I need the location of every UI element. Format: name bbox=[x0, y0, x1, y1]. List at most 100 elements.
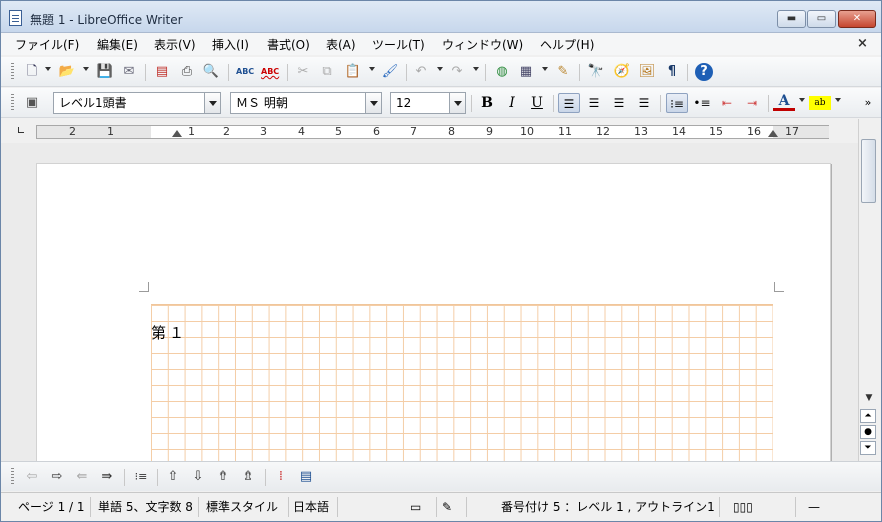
minimize-button[interactable]: ▬ bbox=[777, 10, 806, 28]
bullets-numbering-dialog-icon[interactable]: ▤ bbox=[297, 468, 315, 486]
demote-one-level-icon[interactable]: ⇨ bbox=[48, 468, 66, 486]
page[interactable]: 第１ bbox=[36, 163, 831, 464]
spellcheck-icon[interactable]: ABC bbox=[236, 63, 254, 81]
right-indent-marker[interactable] bbox=[768, 130, 778, 137]
toolbar-grip[interactable] bbox=[11, 63, 14, 81]
save-icon[interactable]: 💾 bbox=[96, 63, 114, 81]
previous-page-icon[interactable]: ⏶ bbox=[860, 409, 876, 423]
highlight-icon[interactable]: ab bbox=[809, 96, 831, 110]
document-canvas[interactable]: 第１ bbox=[1, 143, 858, 464]
menu-format[interactable]: 書式(O) bbox=[267, 36, 310, 53]
font-size-select[interactable]: 12 bbox=[390, 92, 466, 114]
toolbar-grip[interactable] bbox=[11, 468, 14, 486]
align-center-button[interactable]: ☰ bbox=[583, 93, 605, 113]
chevron-down-icon[interactable] bbox=[369, 67, 375, 71]
paste-icon[interactable]: 📋 bbox=[344, 63, 362, 81]
numbering-button[interactable]: ⁝≡ bbox=[666, 93, 688, 113]
print-preview-icon[interactable]: 🔍 bbox=[202, 63, 220, 81]
align-left-button[interactable]: ☰ bbox=[558, 93, 580, 113]
chevron-down-icon[interactable] bbox=[473, 67, 479, 71]
formatting-marks-icon[interactable]: ¶ bbox=[663, 63, 681, 81]
open-icon[interactable]: 📂 bbox=[58, 63, 76, 81]
scrollbar-thumb[interactable] bbox=[861, 139, 876, 203]
move-up-icon[interactable]: ⇧ bbox=[164, 468, 182, 486]
email-icon[interactable]: ✉ bbox=[120, 63, 138, 81]
cut-icon[interactable]: ✂ bbox=[294, 63, 312, 81]
chevron-down-icon[interactable] bbox=[83, 67, 89, 71]
menu-table[interactable]: 表(A) bbox=[326, 36, 356, 53]
styles-formatting-icon[interactable]: ▣ bbox=[23, 94, 41, 112]
bold-button[interactable]: B bbox=[476, 93, 498, 113]
next-page-icon[interactable]: ⏷ bbox=[860, 441, 876, 455]
view-layout-icon[interactable]: ▯▯▯ bbox=[730, 497, 796, 517]
find-icon[interactable]: 🔭 bbox=[587, 63, 605, 81]
table-icon[interactable]: ▦ bbox=[517, 63, 535, 81]
demote-with-subpoints-icon[interactable]: ⇛ bbox=[98, 468, 116, 486]
promote-with-subpoints-icon[interactable]: ⇚ bbox=[73, 468, 91, 486]
menu-insert[interactable]: 挿入(I) bbox=[212, 36, 249, 53]
move-up-with-subpoints-icon[interactable]: ⇮ bbox=[214, 468, 232, 486]
menu-window[interactable]: ウィンドウ(W) bbox=[442, 36, 523, 53]
increase-indent-button[interactable]: ⇥ bbox=[741, 93, 763, 113]
status-page[interactable]: ページ 1 / 1 bbox=[15, 497, 91, 517]
zoom-slider[interactable]: — bbox=[805, 497, 879, 517]
insert-mode-icon[interactable]: ▭ bbox=[407, 497, 437, 517]
menu-file[interactable]: ファイル(F) bbox=[15, 36, 79, 53]
status-word-count[interactable]: 単語 5、文字数 8 bbox=[95, 497, 199, 517]
left-indent-marker[interactable] bbox=[172, 130, 182, 137]
document-text[interactable]: 第１ bbox=[151, 322, 187, 343]
gallery-icon[interactable]: 🖼 bbox=[638, 63, 656, 81]
paragraph-style-select[interactable]: レベル1頭書 bbox=[53, 92, 221, 114]
chevron-down-icon[interactable] bbox=[449, 93, 465, 113]
scroll-down-icon[interactable]: ▼ bbox=[862, 391, 876, 405]
align-right-button[interactable]: ☰ bbox=[608, 93, 630, 113]
bullets-button[interactable]: •≡ bbox=[691, 93, 713, 113]
chevron-down-icon[interactable] bbox=[437, 67, 443, 71]
chevron-down-icon[interactable] bbox=[835, 98, 841, 102]
clone-formatting-icon[interactable]: 🖌 bbox=[381, 63, 399, 81]
status-page-style[interactable]: 標準スタイル bbox=[203, 497, 289, 517]
toolbar-overflow-icon[interactable]: » bbox=[859, 94, 877, 112]
chevron-down-icon[interactable] bbox=[204, 93, 220, 113]
underline-button[interactable]: U bbox=[526, 93, 548, 113]
unnumbered-entry-icon[interactable]: ⁝≡ bbox=[132, 468, 150, 486]
toolbar-grip[interactable] bbox=[11, 94, 14, 112]
autospell-icon[interactable]: ABC bbox=[261, 63, 279, 81]
menu-edit[interactable]: 編集(E) bbox=[97, 36, 138, 53]
chevron-down-icon[interactable] bbox=[799, 98, 805, 102]
draw-icon[interactable]: ✎ bbox=[554, 63, 572, 81]
help-icon[interactable]: ? bbox=[695, 63, 713, 81]
restart-numbering-icon[interactable]: ⁞ bbox=[272, 468, 290, 486]
navigation-icon[interactable]: ● bbox=[860, 425, 876, 439]
menu-tools[interactable]: ツール(T) bbox=[372, 36, 425, 53]
status-numbering[interactable]: 番号付け 5 ：レベル 1 , アウトライン1 bbox=[498, 497, 720, 517]
maximize-button[interactable]: ▭ bbox=[807, 10, 836, 28]
promote-one-level-icon[interactable]: ⇦ bbox=[23, 468, 41, 486]
menu-view[interactable]: 表示(V) bbox=[154, 36, 196, 53]
close-document-button[interactable]: × bbox=[857, 36, 868, 51]
new-document-icon[interactable]: 🗋 bbox=[23, 63, 41, 81]
redo-icon[interactable]: ↷ bbox=[448, 63, 466, 81]
move-down-icon[interactable]: ⇩ bbox=[189, 468, 207, 486]
close-window-button[interactable]: ✕ bbox=[838, 10, 876, 28]
move-down-with-subpoints-icon[interactable]: ⇯ bbox=[239, 468, 257, 486]
tab-type-icon[interactable] bbox=[18, 127, 24, 133]
decrease-indent-button[interactable]: ⇤ bbox=[716, 93, 738, 113]
copy-icon[interactable]: ⧉ bbox=[318, 63, 336, 81]
export-pdf-icon[interactable]: ▤ bbox=[153, 63, 171, 81]
horizontal-ruler[interactable]: 2 1 1 2 3 4 5 6 7 8 9 10 11 12 13 14 15 … bbox=[1, 119, 881, 143]
navigator-icon[interactable]: ◍ bbox=[493, 63, 511, 81]
chevron-down-icon[interactable] bbox=[365, 93, 381, 113]
chevron-down-icon[interactable] bbox=[542, 67, 548, 71]
status-language[interactable]: 日本語 bbox=[290, 497, 338, 517]
font-name-select[interactable]: ＭＳ 明朝 bbox=[230, 92, 382, 114]
undo-icon[interactable]: ↶ bbox=[412, 63, 430, 81]
justify-button[interactable]: ☰ bbox=[633, 93, 655, 113]
chevron-down-icon[interactable] bbox=[45, 67, 51, 71]
font-color-icon[interactable]: A bbox=[773, 93, 795, 111]
vertical-scrollbar[interactable]: ▼ ⏶ ● ⏷ bbox=[858, 119, 878, 461]
navigator-compass-icon[interactable]: 🧭 bbox=[613, 63, 631, 81]
print-icon[interactable]: ⎙ bbox=[178, 63, 196, 81]
menu-help[interactable]: ヘルプ(H) bbox=[540, 36, 594, 53]
italic-button[interactable]: I bbox=[501, 93, 523, 113]
